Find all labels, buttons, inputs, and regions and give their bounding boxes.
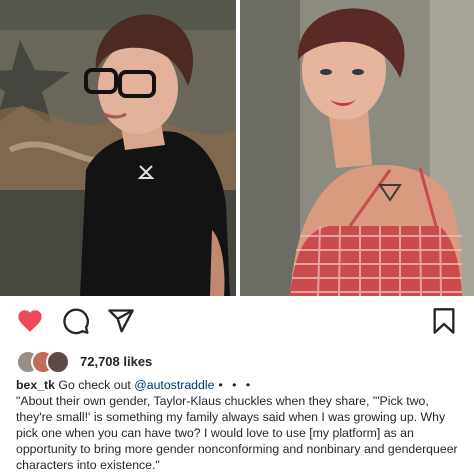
post-image-left[interactable]	[0, 0, 236, 296]
bookmark-icon	[433, 308, 455, 334]
comment-button[interactable]	[62, 307, 90, 335]
more-options-icon[interactable]: • • •	[218, 378, 253, 392]
share-button[interactable]	[107, 307, 135, 335]
caption-intro: Go check out	[54, 378, 135, 392]
photo-right-illustration	[240, 0, 474, 296]
caption-text: "About their own gender, Taylor-Klaus ch…	[16, 394, 458, 472]
comment-icon	[63, 308, 89, 335]
save-button[interactable]	[430, 307, 458, 335]
post-image-right[interactable]	[240, 0, 474, 296]
likes-row: 72,708 likes	[16, 348, 152, 374]
post-action-bar	[0, 307, 474, 335]
caption-username[interactable]: bex_tk	[16, 378, 55, 392]
like-button[interactable]	[16, 307, 44, 335]
liker-avatars[interactable]	[16, 349, 74, 374]
avatar	[46, 350, 70, 374]
send-icon	[108, 309, 134, 333]
photo-left-illustration	[0, 0, 236, 296]
post-image-carousel[interactable]	[0, 0, 474, 296]
post-caption: bex_tk Go check out @autostraddle • • • "…	[16, 377, 462, 473]
likes-count[interactable]: 72,708 likes	[80, 354, 152, 369]
heart-icon	[18, 310, 42, 332]
caption-mention-link[interactable]: @autostraddle	[134, 378, 214, 392]
